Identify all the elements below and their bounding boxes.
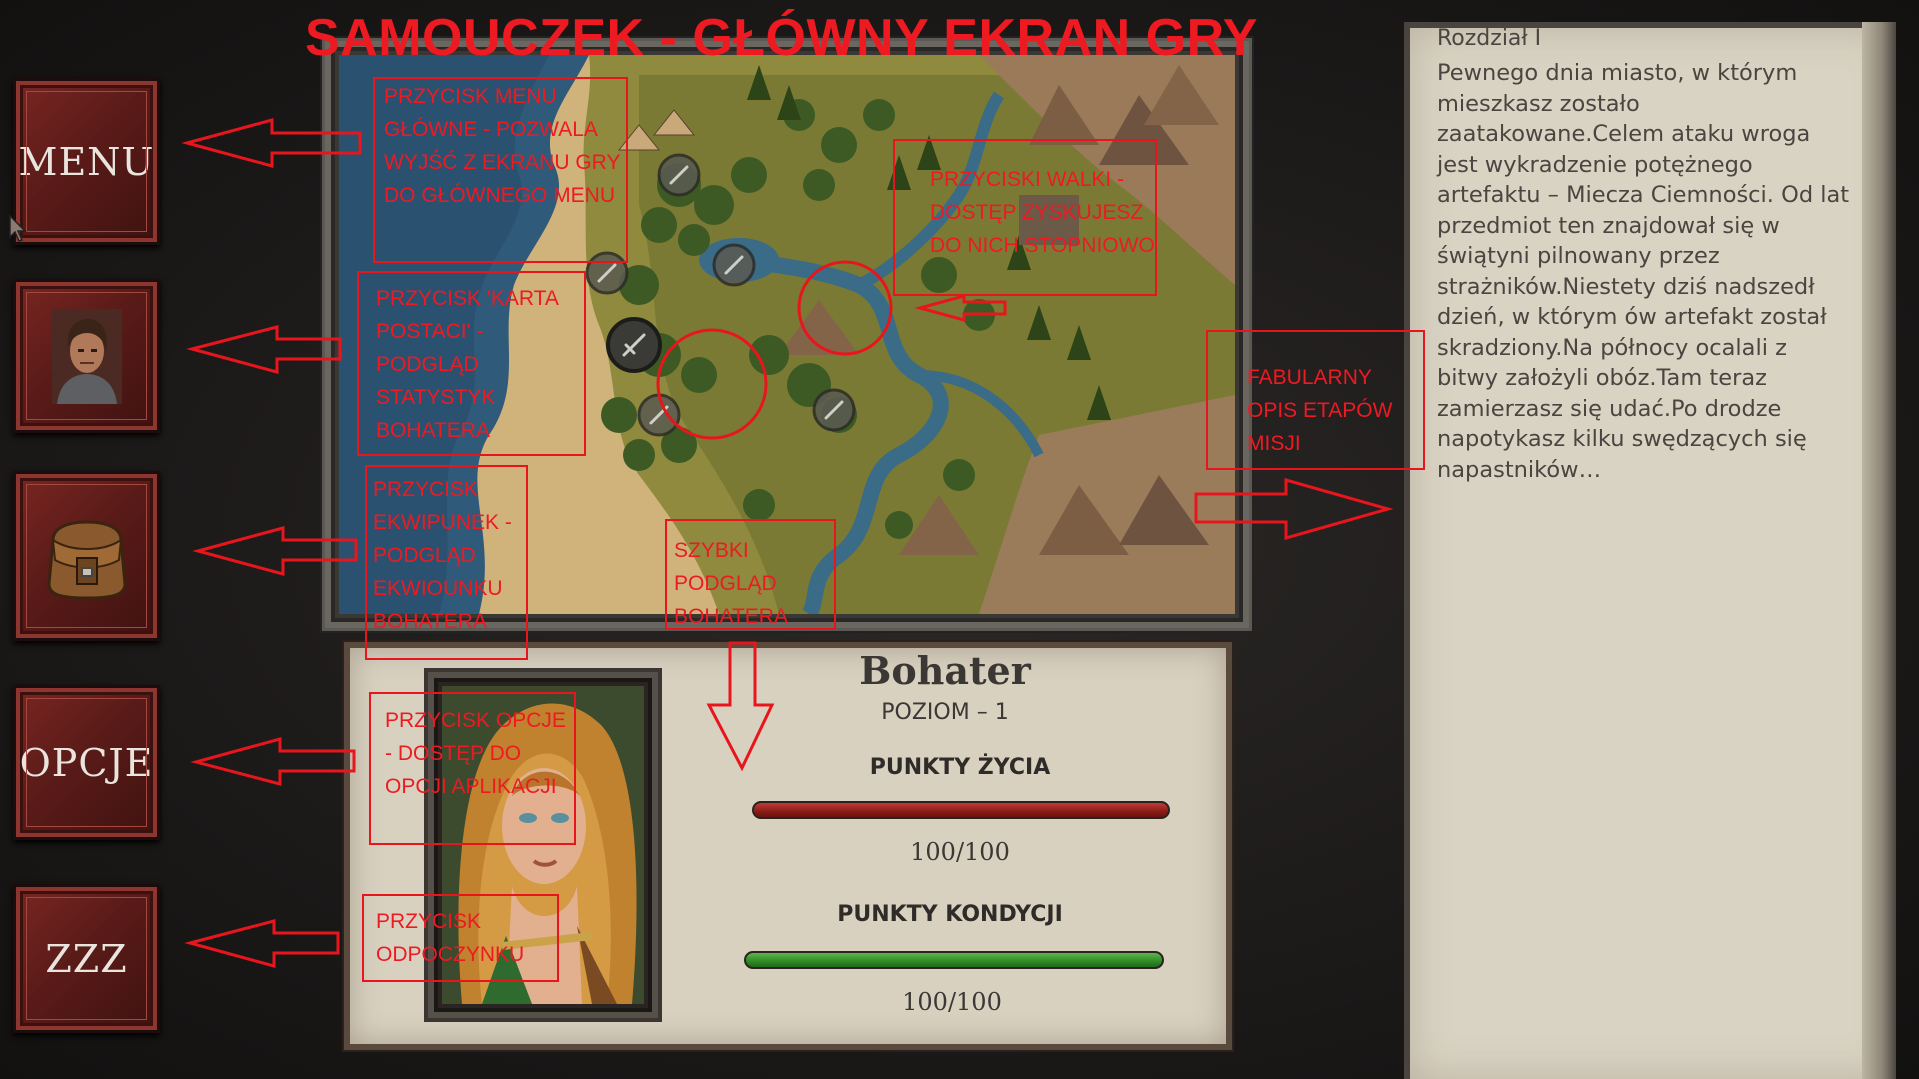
backpack-icon (46, 520, 127, 600)
mouse-cursor-icon (9, 215, 27, 242)
menu-button-label: MENU (18, 139, 155, 184)
options-button[interactable]: OPCJE (13, 685, 160, 840)
hero-level: POZIOM – 1 (881, 700, 1009, 725)
rest-button-label: ZZZ (45, 936, 128, 981)
inventory-button[interactable] (13, 471, 160, 641)
stamina-bar (744, 951, 1164, 969)
story-panel-edge (1862, 22, 1896, 1079)
annotation-hero-preview: SZYBKI PODGLĄD BOHATERA (674, 539, 788, 628)
annotation-story: FABULARNY OPIS ETAPÓW MISJI (1247, 366, 1393, 455)
annotation-inventory: PRZYCISK EKWIPUNEK - PODGLĄD EKWIOUNKU B… (373, 478, 512, 633)
annotation-options: PRZYCISK OPCJE - DOSTĘP DO OPCJI APLIKAC… (385, 709, 566, 798)
tutorial-title: SAMOUCZEK - GŁÓWNY EKRAN GRY (305, 9, 1258, 67)
hero-portrait-icon (51, 308, 122, 404)
rest-button[interactable]: ZZZ (13, 884, 160, 1033)
hero-name: Bohater (859, 648, 1031, 693)
hp-bar-fill (754, 803, 1168, 817)
menu-button[interactable]: MENU (13, 78, 160, 245)
story-text: Pewnego dnia miasto, w którym mieszkasz … (1437, 60, 1850, 483)
hp-label: PUNKTY ŻYCIA (869, 755, 1051, 780)
annotation-rest: PRZYCISK ODPOCZYNKU (376, 910, 525, 966)
annotation-battle: PRZYCISKI WALKI - DOSTĘP ZYSKUJESZ DO NI… (930, 168, 1155, 257)
hp-value: 100/100 (910, 838, 1010, 866)
stamina-value: 100/100 (902, 988, 1002, 1016)
hp-bar (752, 801, 1170, 819)
character-sheet-button[interactable] (13, 279, 160, 433)
stamina-bar-fill (746, 953, 1162, 967)
annotation-character: PRZYCISK 'KARTA POSTACI' - PODGLĄD STATY… (376, 287, 558, 442)
options-button-label: OPCJE (19, 740, 154, 785)
stamina-label: PUNKTY KONDYCJI (837, 902, 1063, 927)
annotation-menu: PRZYCISK MENU GŁÓWNE - POZWALA WYJŚĆ Z E… (384, 85, 621, 207)
story-chapter: Rozdział I (1437, 26, 1542, 51)
